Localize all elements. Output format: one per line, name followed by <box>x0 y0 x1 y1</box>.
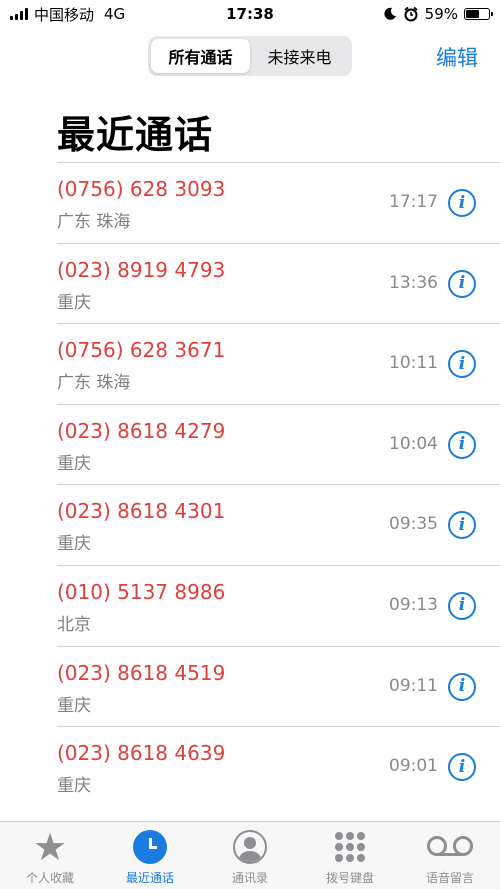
info-icon[interactable]: i <box>448 672 476 701</box>
call-row[interactable]: (023) 8618 4279 重庆 10:04 i <box>57 403 500 485</box>
call-location: 重庆 <box>57 534 91 555</box>
call-time: 09:35 <box>389 514 438 535</box>
call-time: 17:17 <box>389 192 438 212</box>
call-number: (0756) 628 3671 <box>57 338 226 363</box>
info-icon[interactable]: i <box>448 511 476 540</box>
call-number: (010) 5137 8986 <box>57 579 226 604</box>
recent-calls-list: (0756) 628 3093 广东 珠海 17:17 i (023) 8919… <box>0 162 500 807</box>
call-time: 10:11 <box>389 353 438 374</box>
call-row[interactable]: (023) 8618 4301 重庆 09:35 i <box>57 484 500 565</box>
info-icon[interactable]: i <box>448 350 476 379</box>
tab-label: 个人收藏 <box>25 871 74 885</box>
carrier-label: 中国移动 <box>34 5 95 24</box>
call-number: (023) 8618 4279 <box>57 418 226 443</box>
call-time: 13:36 <box>389 272 438 293</box>
tab-recents[interactable]: 最近通话 <box>100 822 200 889</box>
edit-button[interactable]: 编辑 <box>436 42 478 72</box>
page-title: 最近通话 <box>57 113 214 157</box>
status-bar: 中国移动 4G 17:38 59% <box>0 0 500 28</box>
info-icon[interactable]: i <box>448 591 476 620</box>
call-number: (023) 8919 4793 <box>57 257 226 282</box>
call-location: 重庆 <box>57 292 91 313</box>
call-number: (0756) 628 3093 <box>57 177 226 201</box>
call-row[interactable]: (0756) 628 3671 广东 珠海 10:11 i <box>57 323 500 404</box>
tab-label: 最近通话 <box>125 871 174 885</box>
call-row[interactable]: (0756) 628 3093 广东 珠海 17:17 i <box>57 162 500 243</box>
info-icon[interactable]: i <box>448 189 476 217</box>
battery-icon <box>464 8 493 20</box>
call-number: (023) 8618 4519 <box>57 660 226 685</box>
alarm-icon <box>404 6 418 22</box>
call-row[interactable]: (010) 5137 8986 北京 09:13 i <box>57 564 500 646</box>
battery-percent: 59% <box>424 5 458 23</box>
call-filter-segmented-control: 所有通话 未接来电 <box>148 36 352 76</box>
call-time: 09:01 <box>389 756 438 777</box>
segment-all-calls[interactable]: 所有通话 <box>151 39 250 73</box>
voicemail-icon <box>427 836 473 858</box>
star-icon: ★ <box>32 825 68 869</box>
segment-missed-calls[interactable]: 未接来电 <box>250 39 349 73</box>
tab-label: 通讯录 <box>231 871 268 885</box>
contacts-icon <box>233 830 267 864</box>
keypad-icon <box>335 832 365 862</box>
call-location: 广东 珠海 <box>57 212 131 232</box>
call-location: 重庆 <box>57 695 91 716</box>
call-time: 09:11 <box>389 675 438 696</box>
call-location: 北京 <box>57 614 91 635</box>
info-icon[interactable]: i <box>448 269 476 298</box>
tab-keypad[interactable]: 拨号键盘 <box>300 822 400 889</box>
call-row[interactable]: (023) 8618 4519 重庆 09:11 i <box>57 645 500 727</box>
call-number: (023) 8618 4639 <box>57 741 226 766</box>
tab-contacts[interactable]: 通讯录 <box>200 822 300 889</box>
call-number: (023) 8618 4301 <box>57 499 226 524</box>
call-location: 重庆 <box>57 453 91 474</box>
signal-icon <box>10 8 28 20</box>
tab-voicemail[interactable]: 语音留言 <box>400 822 500 889</box>
call-location: 重庆 <box>57 776 91 797</box>
tab-bar: ★ 个人收藏 最近通话 通讯录 拨号键盘 语音留言 <box>0 821 500 889</box>
tab-label: 拨号键盘 <box>325 871 374 885</box>
tab-favorites[interactable]: ★ 个人收藏 <box>0 822 100 889</box>
call-location: 广东 珠海 <box>57 373 131 394</box>
moon-icon <box>384 7 396 20</box>
network-type: 4G <box>104 5 126 23</box>
call-time: 10:04 <box>389 433 438 454</box>
call-row[interactable]: (023) 8618 4639 重庆 09:01 i <box>57 726 500 807</box>
call-time: 09:13 <box>389 594 438 615</box>
info-icon[interactable]: i <box>448 430 476 459</box>
call-row[interactable]: (023) 8919 4793 重庆 13:36 i <box>57 242 500 324</box>
tab-label: 语音留言 <box>425 871 474 885</box>
info-icon[interactable]: i <box>448 753 476 782</box>
clock-icon <box>133 830 167 864</box>
